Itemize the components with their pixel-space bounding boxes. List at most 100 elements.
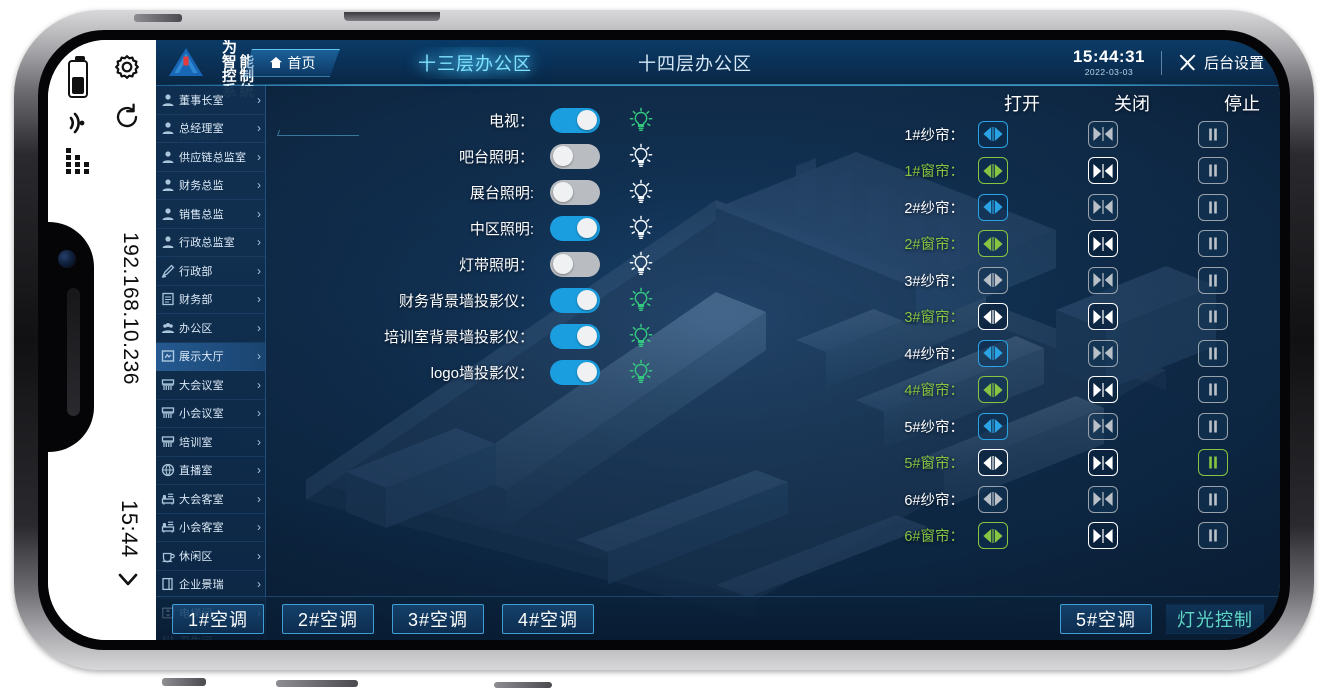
phone-side-button-bottom-3[interactable]: [494, 682, 552, 688]
curtain-stop-button[interactable]: [1198, 266, 1228, 294]
curtain-stop-button[interactable]: [1198, 485, 1228, 513]
phone-power-button[interactable]: [344, 12, 440, 21]
ac-button-5[interactable]: 5#空调: [1060, 603, 1152, 634]
phone-frame: 192.168.10.236 15:44 为 智能控制 首页 十三层办公区 十四…: [14, 10, 1314, 688]
curtain-stop-button[interactable]: [1198, 157, 1228, 185]
curtain-close-button[interactable]: [1088, 157, 1118, 185]
sidebar-item-3[interactable]: 供应链总监室 ›: [156, 143, 265, 172]
room-sidebar[interactable]: 董事长室 › 总经理室 › 供应链总监室 › 财务总监 › 销售总监 › 行政总监室 › 行政部 › 财务部…: [156, 86, 266, 640]
curtain-open-icon: [983, 127, 1003, 142]
device-toggle[interactable]: [550, 323, 600, 349]
phone-side-button-bottom-1[interactable]: [162, 678, 206, 686]
curtain-open-button[interactable]: [978, 485, 1008, 513]
curtain-open-icon: [983, 273, 1003, 288]
curtain-open-button[interactable]: [978, 230, 1008, 258]
earpiece-speaker: [67, 288, 80, 416]
sidebar-item-5[interactable]: 销售总监 ›: [156, 200, 265, 229]
device-toggle[interactable]: [550, 215, 600, 241]
sidebar-item-2[interactable]: 总经理室 ›: [156, 115, 265, 143]
curtain-label: 3#纱帘：: [904, 273, 964, 290]
curtain-open-button[interactable]: [978, 449, 1008, 477]
curtain-open-button[interactable]: [978, 376, 1008, 404]
sidebar-item-14[interactable]: 直播室 ›: [156, 457, 265, 485]
curtain-open-button[interactable]: [978, 266, 1008, 294]
sidebar-item-12[interactable]: 小会议室 ›: [156, 400, 265, 428]
curtain-open-button[interactable]: [978, 339, 1008, 367]
curtain-open-button[interactable]: [978, 522, 1008, 550]
curtain-open-icon: [983, 382, 1003, 397]
sidebar-item-11[interactable]: 大会议室 ›: [156, 371, 265, 400]
curtain-close-button[interactable]: [1088, 193, 1118, 221]
curtain-close-button[interactable]: [1088, 230, 1118, 258]
curtain-open-icon: [983, 346, 1003, 361]
device-toggle[interactable]: [550, 287, 600, 313]
sidebar-item-10[interactable]: 展示大厅 ›: [156, 342, 265, 371]
curtain-open-button[interactable]: [978, 412, 1008, 440]
device-toggle[interactable]: [550, 107, 600, 133]
curtain-close-button[interactable]: [1088, 266, 1118, 294]
curtain-stop-button[interactable]: [1198, 120, 1228, 148]
curtain-stop-button[interactable]: [1198, 339, 1228, 367]
curtain-close-button[interactable]: [1088, 120, 1118, 148]
curtain-stop-icon: [1209, 456, 1217, 469]
sidebar-item-9[interactable]: 办公区 ›: [156, 314, 265, 343]
curtain-close-icon: [1093, 382, 1113, 397]
curtain-close-button[interactable]: [1088, 522, 1118, 550]
camera-notch: [48, 222, 94, 452]
ac-button-1[interactable]: 1#空调: [172, 603, 264, 634]
curtain-stop-button[interactable]: [1198, 230, 1228, 258]
sidebar-item-1[interactable]: 董事长室 ›: [156, 86, 265, 115]
user-icon: [162, 151, 174, 163]
curtain-label: 6#纱帘：: [904, 492, 964, 509]
curtain-open-button[interactable]: [978, 303, 1008, 331]
ac-button-4[interactable]: 4#空调: [502, 603, 594, 634]
chevron-right-icon: ›: [257, 349, 261, 364]
light-control-button[interactable]: 灯光控制: [1166, 603, 1264, 634]
sidebar-item-13[interactable]: 培训室 ›: [156, 428, 265, 457]
device-label: 吧台照明：: [458, 148, 534, 166]
sidebar-item-15[interactable]: 大会客室 ›: [156, 485, 265, 514]
home-button[interactable]: 首页: [244, 49, 340, 77]
curtain-stop-button[interactable]: [1198, 449, 1228, 477]
curtain-close-button[interactable]: [1088, 376, 1118, 404]
sidebar-item-4[interactable]: 财务总监 ›: [156, 172, 265, 200]
sidebar-item-8[interactable]: 财务部 ›: [156, 286, 265, 314]
device-toggle[interactable]: [550, 359, 600, 385]
gear-icon[interactable]: [110, 52, 144, 86]
curtain-stop-button[interactable]: [1198, 303, 1228, 331]
curtain-stop-button[interactable]: [1198, 522, 1228, 550]
chevron-right-icon: ›: [257, 377, 261, 392]
sidebar-item-16[interactable]: 小会客室 ›: [156, 514, 265, 542]
tab-floor-14[interactable]: 十四层办公区: [624, 47, 766, 79]
toggle-knob: [553, 146, 573, 166]
curtain-stop-button[interactable]: [1198, 412, 1228, 440]
sidebar-item-7[interactable]: 行政部 ›: [156, 257, 265, 286]
device-toggle[interactable]: [550, 251, 600, 277]
curtain-close-button[interactable]: [1088, 339, 1118, 367]
sidebar-item-6[interactable]: 行政总监室 ›: [156, 229, 265, 257]
curtain-close-button[interactable]: [1088, 412, 1118, 440]
clock: 15:44:31 2022-03-03: [1073, 48, 1145, 77]
curtain-open-button[interactable]: [978, 120, 1008, 148]
sidebar-item-18[interactable]: 企业景瑞 ›: [156, 571, 265, 599]
device-toggle[interactable]: [550, 143, 600, 169]
group-icon: [161, 322, 175, 333]
backend-settings-button[interactable]: 后台设置: [1178, 52, 1264, 73]
curtain-stop-button[interactable]: [1198, 376, 1228, 404]
sidebar-item-17[interactable]: 休闲区 ›: [156, 542, 265, 571]
ac-button-3[interactable]: 3#空调: [392, 603, 484, 634]
tab-floor-13[interactable]: 十三层办公区: [404, 46, 546, 79]
curtain-open-button[interactable]: [978, 157, 1008, 185]
curtain-close-button[interactable]: [1088, 449, 1118, 477]
curtain-stop-button[interactable]: [1198, 193, 1228, 221]
curtain-close-button[interactable]: [1088, 485, 1118, 513]
refresh-icon[interactable]: [112, 102, 142, 132]
curtain-open-button[interactable]: [978, 193, 1008, 221]
device-toggle[interactable]: [550, 179, 600, 205]
chevron-back-icon[interactable]: [112, 563, 144, 595]
curtain-close-icon: [1093, 236, 1113, 251]
phone-volume-button[interactable]: [134, 14, 182, 22]
curtain-close-icon: [1093, 492, 1113, 507]
ac-button-2[interactable]: 2#空调: [282, 603, 374, 634]
curtain-close-button[interactable]: [1088, 303, 1118, 331]
